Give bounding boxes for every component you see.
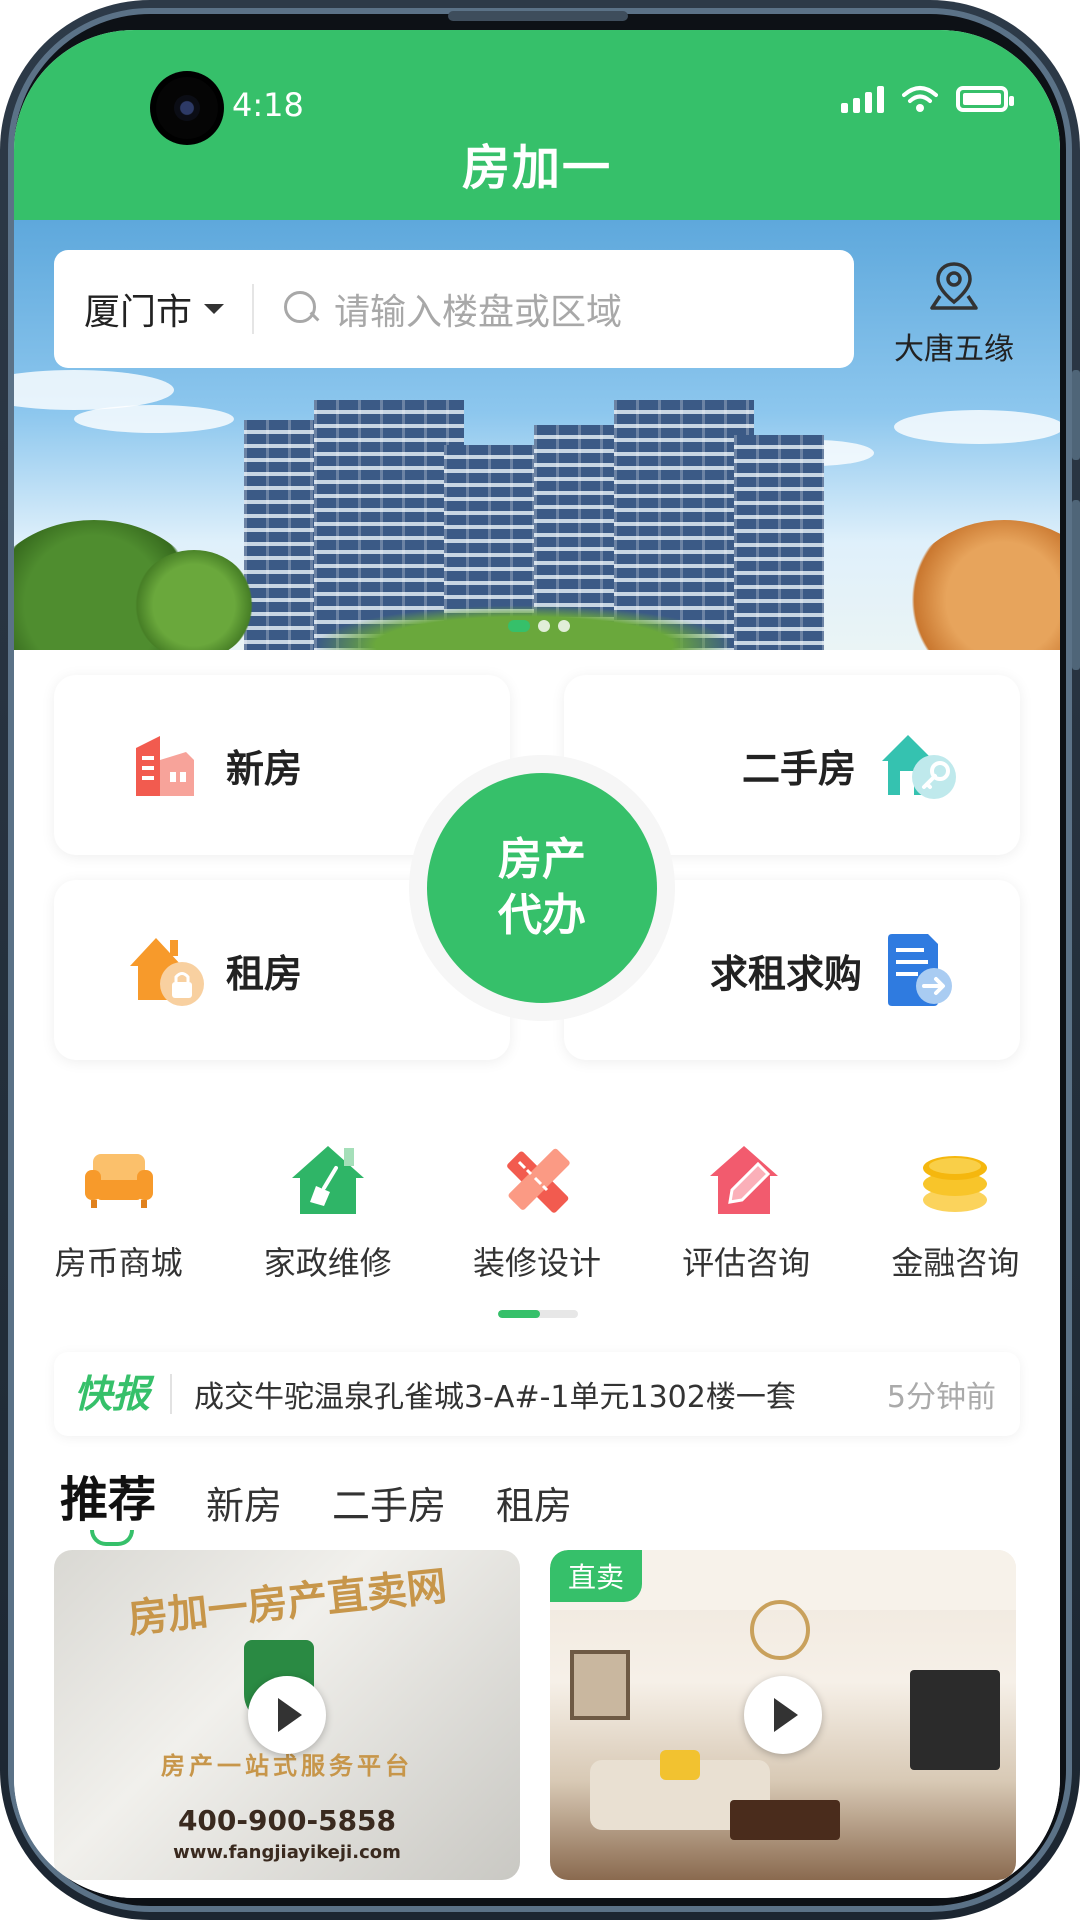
status-icons — [841, 85, 1014, 113]
play-icon[interactable] — [248, 1676, 326, 1754]
service-item-mall[interactable]: 房币商城 — [14, 1140, 223, 1284]
service-label: 装修设计 — [472, 1244, 601, 1282]
tab-rental[interactable]: 租房 — [496, 1475, 572, 1530]
tab-new-house[interactable]: 新房 — [206, 1475, 282, 1530]
center-button-ring: 房产 代办 — [409, 755, 675, 1021]
listing-phone: 400-900-5858 — [177, 1804, 397, 1837]
signal-icon — [841, 85, 884, 113]
banner-dots — [508, 620, 570, 632]
banner-dot — [538, 620, 550, 632]
hero-banner[interactable]: 厦门市 请输入楼盘或区域 大唐五缘 — [14, 220, 1060, 650]
wifi-icon — [902, 86, 938, 112]
app-title: 房加一 — [461, 140, 612, 196]
service-item-housekeeping[interactable]: 家政维修 — [223, 1140, 432, 1284]
city-selector[interactable]: 厦门市 — [54, 284, 255, 334]
news-ticker[interactable]: 快报 成交牛驼温泉孔雀城3-A#-1单元1302楼一套 5分钟前 — [54, 1352, 1020, 1436]
listing-card[interactable]: 房加一房产直卖网 房产一站式服务平台 400-900-5858 www.fang… — [54, 1550, 520, 1880]
search-placeholder: 请输入楼盘或区域 — [334, 292, 623, 333]
document-arrow-icon — [888, 934, 952, 1006]
services-row: 房币商城 家政维修 装修设计 评估咨询 金融咨询 — [14, 1140, 1060, 1284]
listing-card[interactable]: 直卖 — [550, 1550, 1016, 1880]
building-icon — [136, 736, 194, 796]
house-edit-icon — [710, 1146, 779, 1214]
house-key-icon — [882, 735, 956, 799]
service-item-decoration[interactable]: 装修设计 — [432, 1140, 641, 1284]
search-bar: 厦门市 请输入楼盘或区域 — [54, 250, 854, 368]
tab-second-hand[interactable]: 二手房 — [332, 1475, 446, 1530]
house-lock-icon — [130, 938, 204, 1006]
service-label: 家政维修 — [263, 1244, 392, 1282]
agency-service-button[interactable]: 房产 代办 — [427, 773, 657, 1003]
map-pin-icon — [930, 262, 978, 310]
play-icon[interactable] — [744, 1676, 822, 1754]
search-icon — [284, 291, 320, 327]
banner-dot-active — [508, 620, 530, 632]
news-time: 5分钟前 — [886, 1380, 996, 1415]
tab-recommend[interactable]: 推荐 — [60, 1460, 156, 1546]
service-item-appraisal[interactable]: 评估咨询 — [642, 1140, 851, 1284]
app-header: 4:18 房加一 — [14, 30, 1060, 220]
power-button — [1072, 500, 1080, 670]
battery-icon — [956, 86, 1014, 112]
listing-url: www.fangjiayikeji.com — [173, 1842, 401, 1863]
news-text: 成交牛驼温泉孔雀城3-A#-1单元1302楼一套 — [194, 1380, 796, 1415]
location-button[interactable]: 大唐五缘 — [874, 260, 1034, 368]
banner-dot — [558, 620, 570, 632]
service-label: 评估咨询 — [682, 1244, 811, 1282]
agency-line1: 房产 — [498, 834, 586, 885]
listing-brand-text: 房加一房产直卖网 — [125, 1562, 449, 1643]
city-label: 厦门市 — [84, 292, 193, 333]
card-second-hand-label: 二手房 — [741, 746, 856, 791]
card-new-house-label: 新房 — [226, 746, 303, 791]
house-broom-icon — [291, 1146, 364, 1214]
phone-frame: 4:18 房加一 厦门市 请输入楼盘或区域 大唐五缘 新房 二手房 租房 求租求… — [0, 0, 1080, 1920]
screen: 4:18 房加一 厦门市 请输入楼盘或区域 大唐五缘 新房 二手房 租房 求租求… — [14, 30, 1060, 1898]
ruler-pencil-icon — [507, 1148, 570, 1213]
service-item-finance[interactable]: 金融咨询 — [851, 1140, 1060, 1284]
card-wanted-label: 求租求购 — [709, 951, 862, 996]
card-rental-label: 租房 — [226, 951, 303, 996]
main-content: 新房 二手房 租房 求租求购 房产 代办 房币商城 家政维修 装修设计 评估咨询… — [14, 650, 1060, 1898]
sofa-icon — [84, 1154, 153, 1208]
earpiece-speaker — [448, 11, 628, 21]
agency-line2: 代办 — [498, 890, 586, 941]
direct-sale-badge: 直卖 — [550, 1550, 643, 1602]
search-input[interactable]: 请输入楼盘或区域 — [254, 283, 622, 335]
status-time: 4:18 — [232, 86, 304, 124]
services-page-indicator — [498, 1310, 578, 1318]
caret-down-icon — [204, 304, 225, 314]
service-label: 金融咨询 — [891, 1244, 1020, 1282]
volume-button — [1072, 370, 1080, 460]
news-tag: 快报 — [54, 1374, 173, 1414]
service-label: 房币商城 — [54, 1244, 183, 1282]
coins-icon — [923, 1156, 988, 1212]
location-label: 大唐五缘 — [894, 332, 1014, 367]
listing-tabs: 推荐 新房 二手房 租房 — [60, 1460, 572, 1546]
